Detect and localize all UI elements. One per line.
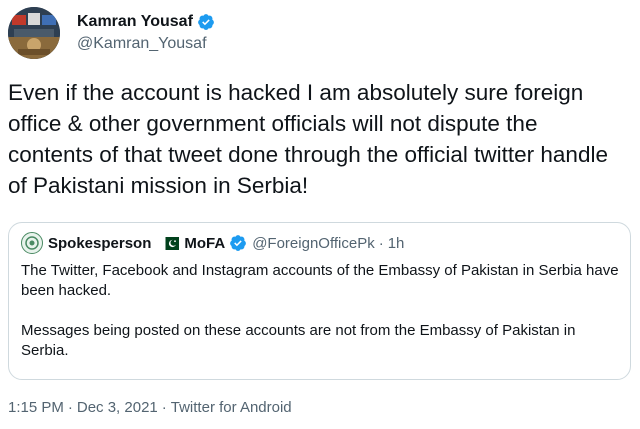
tweet-header: Kamran Yousaf @Kamran_Yousaf <box>8 7 628 63</box>
meta-separator: · <box>67 399 73 416</box>
quoted-paragraph-2: Messages being posted on these accounts … <box>21 322 576 359</box>
author-handle[interactable]: @Kamran_Yousaf <box>77 35 207 53</box>
author-name-row: Kamran Yousaf <box>77 13 215 31</box>
quoted-author-avatar[interactable] <box>21 232 43 254</box>
quoted-tweet-body: The Twitter, Facebook and Instagram acco… <box>21 261 621 361</box>
meta-separator: · <box>161 399 167 416</box>
tweet-meta: 1:15 PM · Dec 3, 2021 · Twitter for Android <box>8 399 292 416</box>
quoted-separator: · <box>378 234 384 252</box>
quoted-author-name-suffix[interactable]: MoFA <box>184 235 225 252</box>
quoted-verified-badge-icon <box>229 234 247 252</box>
tweet-source[interactable]: Twitter for Android <box>171 399 292 416</box>
quoted-tweet-header: Spokesperson MoFA @ForeignOfficePk · 1h <box>21 232 404 254</box>
quoted-author-handle[interactable]: @ForeignOfficePk <box>252 235 375 252</box>
author-name[interactable]: Kamran Yousaf <box>77 13 193 31</box>
quoted-author-name[interactable]: Spokesperson <box>48 235 151 252</box>
pakistan-flag-icon <box>161 236 180 250</box>
tweet-text: Even if the account is hacked I am absol… <box>8 80 608 198</box>
quoted-paragraph-1: The Twitter, Facebook and Instagram acco… <box>21 262 619 299</box>
tweet-time[interactable]: 1:15 PM <box>8 399 64 416</box>
author-avatar[interactable] <box>8 7 60 59</box>
quoted-timestamp[interactable]: 1h <box>388 235 405 252</box>
tweet-date[interactable]: Dec 3, 2021 <box>77 399 158 416</box>
quoted-tweet[interactable]: Spokesperson MoFA @ForeignOfficePk · 1h … <box>8 222 631 380</box>
verified-badge-icon <box>197 13 215 31</box>
